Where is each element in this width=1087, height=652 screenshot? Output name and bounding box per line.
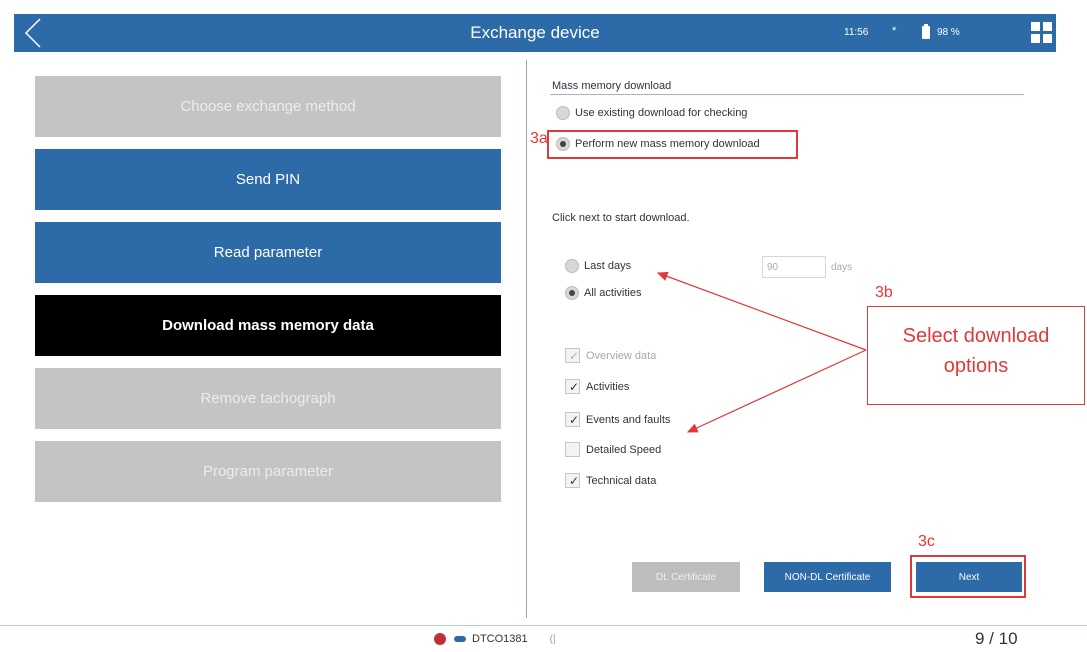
step-send-pin[interactable]: Send PIN — [35, 149, 501, 210]
days-input[interactable] — [762, 256, 826, 278]
checkbox: ✓ — [565, 348, 580, 363]
section-divider — [550, 94, 1024, 95]
annotation-3b: 3b — [875, 284, 893, 301]
checkbox-label: Overview data — [586, 349, 657, 362]
step-download-mass-memory[interactable]: Download mass memory data — [35, 295, 501, 356]
checkbox-detailed-speed[interactable]: Detailed Speed — [565, 442, 661, 457]
step-choose-exchange-method[interactable]: Choose exchange method — [35, 76, 501, 137]
checkbox-overview-data: ✓ Overview data — [565, 348, 656, 363]
radio-button[interactable] — [565, 259, 579, 273]
checkbox[interactable]: ✓ — [565, 412, 580, 427]
checkbox-label: Activities — [586, 380, 630, 393]
radio-button-selected[interactable] — [565, 286, 579, 300]
battery-percentage: 98 % — [937, 27, 960, 38]
checkbox-label: Technical data — [586, 474, 657, 487]
signal-icon: (​| — [549, 633, 556, 645]
check-icon: ✓ — [569, 474, 580, 488]
annotation-box-3a — [547, 130, 798, 159]
step-read-parameter[interactable]: Read parameter — [35, 222, 501, 283]
checkbox[interactable] — [565, 442, 580, 457]
battery-icon — [922, 24, 930, 39]
checkbox-technical-data[interactable]: ✓ Technical data — [565, 473, 656, 488]
step-remove-tachograph[interactable]: Remove tachograph — [35, 368, 501, 429]
radio-label: Last days — [584, 260, 632, 272]
footer-divider — [0, 625, 1087, 626]
radio-button[interactable] — [556, 106, 570, 120]
bluetooth-icon: * — [892, 25, 897, 37]
page-counter: 9 / 10 — [975, 629, 1018, 648]
section-title: Mass memory download — [552, 80, 672, 92]
clock-text: 11:56 — [844, 27, 869, 38]
radio-last-days[interactable]: Last days — [565, 259, 631, 273]
annotation-3c: 3c — [918, 533, 935, 550]
days-unit: days — [831, 262, 853, 273]
check-icon: ✓ — [569, 349, 580, 363]
app-grid-icon[interactable] — [1031, 22, 1053, 44]
non-dl-certificate-button[interactable]: NON-DL Certificate — [764, 562, 891, 592]
annotation-3a: 3a — [530, 130, 548, 147]
tachograph-icon — [434, 633, 446, 645]
panel-divider — [526, 60, 527, 618]
check-icon: ✓ — [569, 380, 580, 394]
radio-use-existing[interactable]: Use existing download for checking — [556, 106, 747, 120]
title-bar: Exchange device 11:56 * 98 % — [14, 14, 1056, 52]
checkbox-label: Detailed Speed — [586, 443, 662, 456]
checkbox-events-and-faults[interactable]: ✓ Events and faults — [565, 412, 670, 427]
page-title: Exchange device — [470, 23, 600, 42]
connection-icon — [454, 636, 466, 642]
radio-label: All activities — [584, 287, 642, 299]
step-program-parameter[interactable]: Program parameter — [35, 441, 501, 502]
annotation-box-3c — [910, 555, 1026, 598]
checkbox[interactable]: ✓ — [565, 379, 580, 394]
checkbox-label: Events and faults — [586, 413, 671, 426]
info-text: Click next to start download. — [552, 212, 690, 224]
dl-certificate-button[interactable]: DL Certificate — [632, 562, 740, 592]
device-name: DTCO1381 — [472, 633, 528, 645]
checkbox-activities[interactable]: ✓ Activities — [565, 379, 629, 394]
device-status: DTCO1381 (​| — [434, 630, 556, 648]
check-icon: ✓ — [569, 413, 580, 427]
annotation-callout: Select download options — [867, 306, 1085, 405]
radio-all-activities[interactable]: All activities — [565, 286, 641, 300]
checkbox[interactable]: ✓ — [565, 473, 580, 488]
radio-label: Use existing download for checking — [575, 107, 748, 119]
